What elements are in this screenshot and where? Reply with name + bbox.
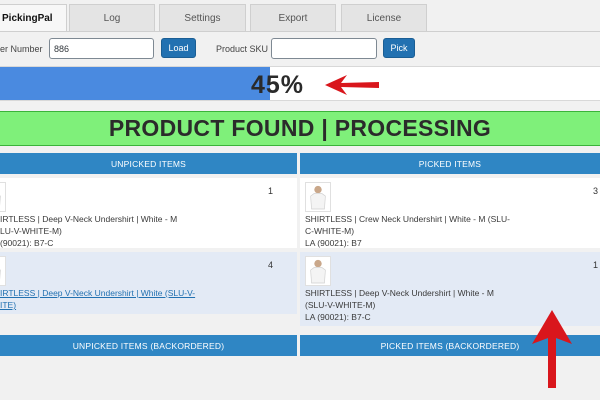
picked-items-header: PICKED ITEMS [300, 153, 600, 174]
tab-bar: PickingPal Log Settings Export License [0, 4, 600, 32]
tab-log[interactable]: Log [69, 4, 155, 31]
picked-item-qty: 3 [593, 186, 599, 196]
tab-export[interactable]: Export [250, 4, 336, 31]
tab-license[interactable]: License [341, 4, 427, 31]
unpicked-item-row: IRTLESS | Deep V-Neck Undershirt | White… [0, 252, 297, 314]
picked-item-description: SHIRTLESS | Crew Neck Undershirt | White… [305, 214, 510, 248]
product-sku-input[interactable] [271, 38, 377, 59]
shirt-thumbnail-icon [0, 256, 6, 286]
order-number-label: er Number [0, 44, 43, 54]
unpicked-item-qty: 1 [268, 186, 274, 196]
picked-item-qty: 1 [593, 260, 599, 270]
shirt-thumbnail-icon [0, 182, 6, 212]
unpicked-item-description: IRTLESS | Deep V-Neck Undershirt | White… [0, 214, 178, 248]
shirt-thumbnail-icon [305, 256, 331, 286]
picked-item-row: SHIRTLESS | Crew Neck Undershirt | White… [300, 178, 600, 248]
unpicked-backordered-header: UNPICKED ITEMS (BACKORDERED) [0, 335, 297, 356]
shirt-thumbnail-icon [305, 182, 331, 212]
unpicked-items-header: UNPICKED ITEMS [0, 153, 297, 174]
product-sku-label: Product SKU [216, 44, 269, 54]
red-arrow-left-icon [325, 75, 379, 95]
progress-percent: 45% [251, 71, 305, 99]
red-arrow-up-icon [532, 310, 572, 388]
unpicked-item-link[interactable]: IRTLESS | Deep V-Neck Undershirt | White… [0, 287, 195, 311]
tab-pickingpal[interactable]: PickingPal [0, 4, 67, 32]
status-banner: PRODUCT FOUND | PROCESSING [0, 111, 600, 146]
pick-button[interactable]: Pick [383, 38, 415, 58]
progress-bar: 45% [0, 66, 600, 101]
tab-settings[interactable]: Settings [159, 4, 246, 31]
unpicked-item-row: IRTLESS | Deep V-Neck Undershirt | White… [0, 178, 297, 248]
load-button[interactable]: Load [161, 38, 196, 58]
tab-divider [0, 31, 600, 32]
order-number-input[interactable] [49, 38, 154, 59]
unpicked-item-qty: 4 [268, 260, 274, 270]
progress-fill [0, 67, 270, 100]
picked-item-description: SHIRTLESS | Deep V-Neck Undershirt | Whi… [305, 288, 494, 322]
